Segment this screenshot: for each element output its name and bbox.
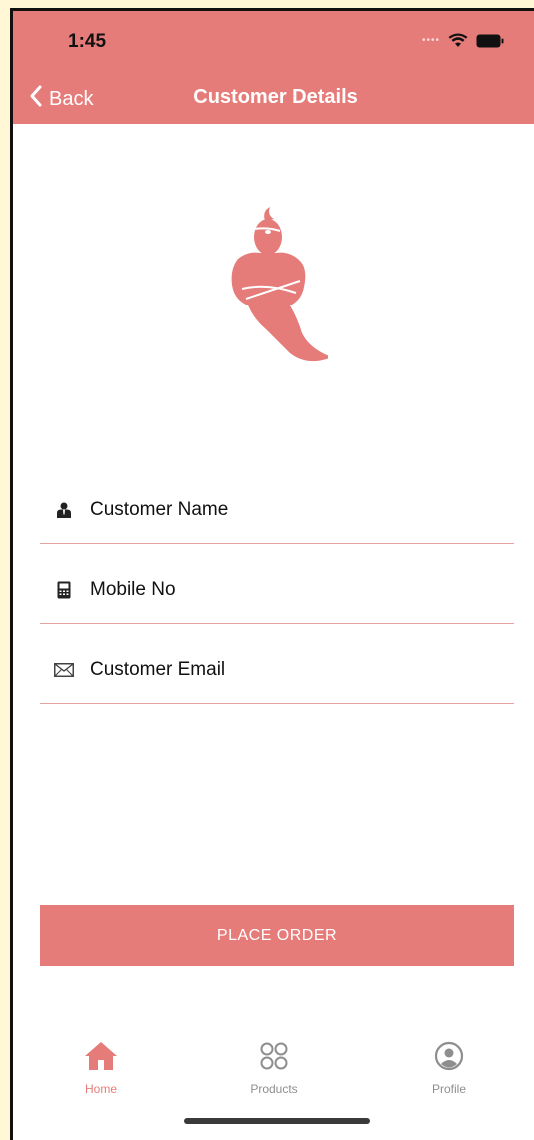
cellular-signal-icon: •••• bbox=[421, 35, 440, 46]
tab-profile-label: Profile bbox=[431, 1082, 466, 1096]
customer-name-field bbox=[40, 477, 514, 544]
app-screen: 1:45 •••• Back Customer Details Customer… bbox=[10, 8, 534, 1140]
customer-email-field bbox=[40, 637, 514, 704]
profile-circle-icon bbox=[434, 1041, 464, 1076]
wifi-icon bbox=[448, 33, 468, 48]
home-indicator bbox=[184, 1118, 370, 1124]
home-icon bbox=[84, 1041, 118, 1076]
tab-products-label: Products bbox=[250, 1082, 298, 1096]
header-bar: 1:45 •••• Back Customer Details bbox=[13, 11, 534, 124]
tab-home[interactable]: Home bbox=[41, 1041, 161, 1096]
mobile-field bbox=[40, 557, 514, 624]
page-title: Customer Details bbox=[193, 86, 358, 108]
envelope-icon bbox=[54, 663, 74, 677]
grid-circles-icon bbox=[259, 1041, 289, 1076]
status-time: 1:45 bbox=[68, 31, 107, 52]
person-icon bbox=[54, 502, 74, 518]
tab-products[interactable]: Products bbox=[214, 1041, 334, 1096]
mobile-input[interactable] bbox=[90, 579, 470, 601]
tab-bar: Home Products Profile bbox=[13, 1041, 534, 1111]
customer-email-input[interactable] bbox=[90, 659, 470, 681]
genie-logo bbox=[218, 207, 332, 367]
tab-home-label: Home bbox=[84, 1082, 117, 1096]
mobile-phone-icon bbox=[54, 581, 74, 599]
battery-icon bbox=[476, 34, 504, 48]
place-order-button[interactable]: PLACE ORDER bbox=[40, 905, 514, 966]
customer-name-input[interactable] bbox=[90, 499, 470, 521]
status-icons: •••• bbox=[422, 33, 504, 48]
tab-profile[interactable]: Profile bbox=[389, 1041, 509, 1096]
